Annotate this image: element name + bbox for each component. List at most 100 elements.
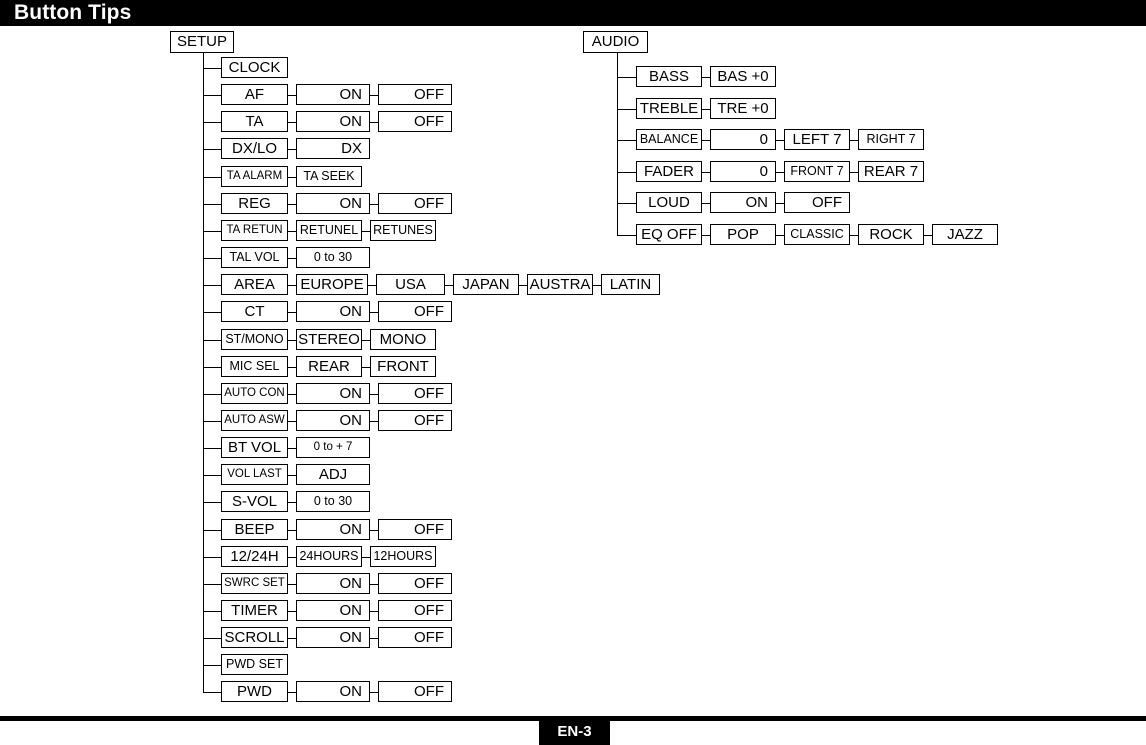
tree-node-option: OFF xyxy=(378,382,452,404)
tree-connector xyxy=(362,339,370,341)
tree-connector xyxy=(702,108,710,110)
tree-node-option: LATIN xyxy=(601,274,660,296)
tree-connector xyxy=(203,583,221,585)
tree-node-label: TA xyxy=(221,111,288,133)
tree-node-option: ON xyxy=(296,518,370,540)
tree-connector xyxy=(203,502,221,504)
tree-connector xyxy=(702,77,710,78)
tree-node-option: RETUNES xyxy=(370,219,436,241)
tree-node-label: PWD xyxy=(221,681,288,703)
tree-node-label: S-VOL xyxy=(221,491,288,513)
page-number-badge: EN-3 xyxy=(539,719,610,745)
tree-connector xyxy=(617,140,636,142)
tree-connector xyxy=(288,176,296,178)
tree-node-option: ON xyxy=(710,192,776,214)
tree-connector xyxy=(850,140,858,142)
tree-node-option: AUSTRA xyxy=(527,274,593,296)
tree-node-option: JAZZ xyxy=(932,224,998,245)
tree-connector xyxy=(203,312,221,314)
tree-connector xyxy=(370,420,378,422)
tree-node-label: 12/24H xyxy=(221,545,288,567)
tree-connector xyxy=(203,122,221,124)
tree-node-option: OFF xyxy=(378,84,452,106)
tree-connector xyxy=(203,176,221,178)
tree-connector xyxy=(702,235,710,236)
tree-node-option: FRONT xyxy=(370,355,436,377)
tree-node-option: ON xyxy=(296,192,370,214)
tree-connector xyxy=(203,95,221,97)
tree-connector xyxy=(288,258,296,260)
tree-connector xyxy=(288,149,296,151)
tree-node-option: 0 to + 7 xyxy=(296,437,370,459)
tree-connector xyxy=(288,448,296,450)
tree-connector xyxy=(288,583,296,585)
tree-node-label: TIMER xyxy=(221,600,288,621)
tree-node-option: USA xyxy=(376,274,445,296)
tree-node-label: TREBLE xyxy=(636,97,702,119)
tree-node-option: 0 to 30 xyxy=(296,247,370,269)
tree-connector xyxy=(203,149,221,151)
tree-connector xyxy=(370,583,378,585)
tree-node-option: BAS +0 xyxy=(710,66,776,87)
tree-connector xyxy=(702,203,710,205)
tree-connector xyxy=(203,68,221,69)
tree-connector xyxy=(203,529,221,531)
tree-connector xyxy=(288,339,296,341)
tree-node-option: REAR 7 xyxy=(858,160,924,182)
tree-connector xyxy=(288,475,296,477)
tree-connector xyxy=(617,171,636,173)
tree-connector xyxy=(288,420,296,422)
tree-node-option: CLASSIC xyxy=(784,224,850,245)
tree-node-option: ON xyxy=(296,84,370,106)
tree-node-option: MONO xyxy=(370,328,436,350)
tree-connector xyxy=(519,285,527,287)
tree-node-option: 24HOURS xyxy=(296,545,362,567)
manual-page: Button Tips SETUP CLOCK AF ON OFF TA ON OFF DX/… xyxy=(0,0,1146,745)
tree-node-label: TA ALARM xyxy=(221,165,288,187)
tree-node-option: FRONT 7 xyxy=(784,160,850,182)
tree-node-option: DX xyxy=(296,138,370,160)
tree-node-option: ON xyxy=(296,301,370,323)
tree-connector xyxy=(288,122,296,124)
tree-node-option: STEREO xyxy=(296,328,362,350)
tree-node-option: ON xyxy=(296,681,370,703)
tree-node-label: SWRC SET xyxy=(221,572,288,594)
tree-node-label: DX/LO xyxy=(221,138,288,160)
tree-connector xyxy=(203,475,221,477)
tree-connector xyxy=(370,312,378,314)
tree-node-label: AUTO CON xyxy=(221,382,288,404)
tree-connector xyxy=(370,529,378,531)
tree-node-option: RIGHT 7 xyxy=(858,129,924,151)
tree-connector xyxy=(203,556,221,558)
tree-connector xyxy=(203,692,221,694)
audio-root-node: AUDIO xyxy=(583,31,648,53)
tree-node-label: VOL LAST xyxy=(221,464,288,486)
tree-node-option: REAR xyxy=(296,355,362,377)
tree-connector xyxy=(368,285,376,287)
tree-node-label: BALANCE xyxy=(636,129,702,151)
tree-connector xyxy=(702,140,710,142)
tree-connector xyxy=(288,692,296,694)
tree-connector xyxy=(924,235,932,236)
tree-connector xyxy=(288,285,296,287)
tree-node-label: ST/MONO xyxy=(221,328,288,350)
tree-connector xyxy=(203,611,221,612)
tree-node-option: 0 xyxy=(710,160,776,182)
tree-node-option: LEFT 7 xyxy=(784,129,850,151)
tree-connector xyxy=(288,502,296,504)
tree-node-option: OFF xyxy=(378,111,452,133)
tree-connector xyxy=(288,611,296,612)
tree-node-option: OFF xyxy=(378,409,452,431)
tree-node-option: OFF xyxy=(378,600,452,621)
tree-node-label: TA RETUN xyxy=(221,219,288,241)
tree-connector xyxy=(203,665,221,667)
tree-connector xyxy=(445,285,453,287)
tree-connector xyxy=(203,203,221,205)
tree-node-label: AUTO ASW xyxy=(221,409,288,431)
tree-node-label: REG xyxy=(221,192,288,214)
tree-connector xyxy=(850,235,858,236)
tree-connector xyxy=(288,230,296,232)
tree-connector xyxy=(203,638,221,640)
tree-connector xyxy=(776,171,784,173)
tree-connector xyxy=(370,203,378,205)
